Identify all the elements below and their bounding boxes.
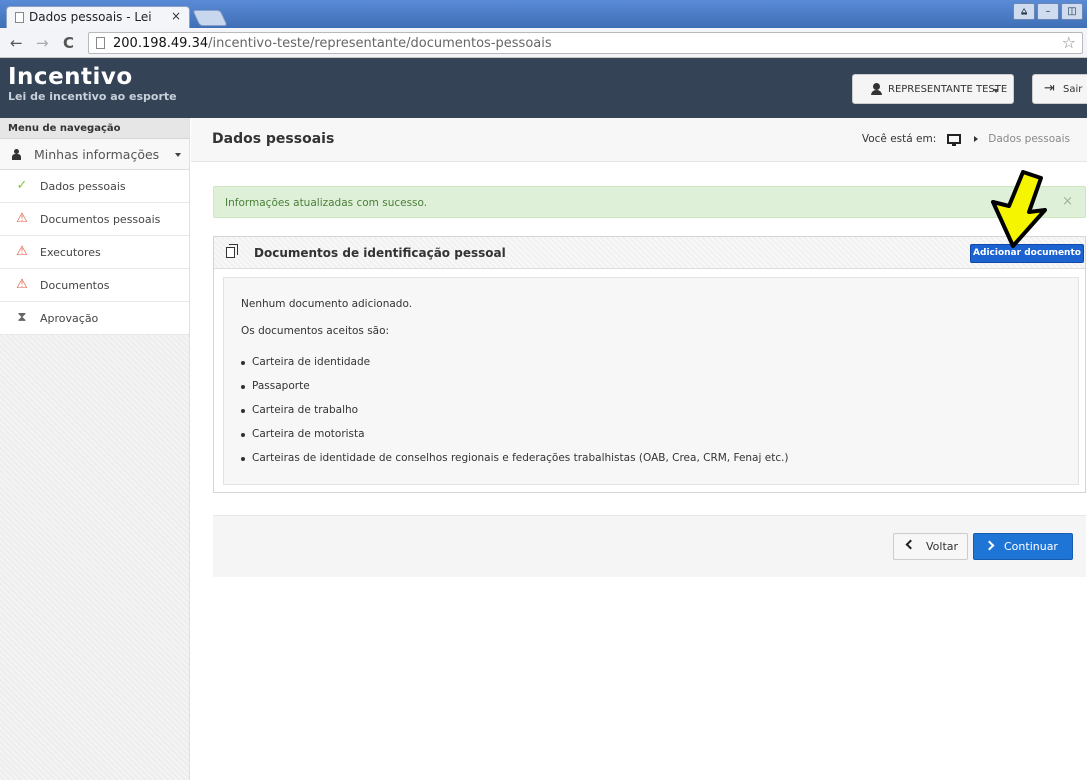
back-button-label: Voltar [926, 540, 959, 553]
brand[interactable]: Incentivo Lei de incentivo ao esporte [8, 64, 177, 103]
breadcrumb: Você está em: Dados pessoais [861, 133, 1070, 146]
sidebar-group-label: Minhas informações [34, 147, 160, 162]
monitor-icon[interactable] [947, 134, 962, 146]
accepted-documents-list: Carteira de identidade Passaporte Cartei… [241, 356, 789, 476]
user-menu-label: REPRESENTANTE TESTE [888, 84, 1008, 95]
window-controls: ⩠ – ◫ [1013, 3, 1083, 21]
browser-toolbar: ← → C 200.198.49.34/incentivo-teste/repr… [0, 28, 1087, 58]
list-item: Passaporte [241, 380, 789, 404]
reload-icon[interactable]: C [63, 34, 74, 52]
alert-close-icon[interactable]: × [1062, 194, 1073, 209]
minimize-icon[interactable]: – [1037, 3, 1059, 20]
app-subtitle: Lei de incentivo ao esporte [8, 90, 177, 103]
breadcrumb-current: Dados pessoais [988, 133, 1070, 145]
page-title-bar: Dados pessoais Você está em: Dados pesso… [191, 118, 1087, 162]
browser-tab-bar: Dados pessoais - Lei × ⩠ – ◫ [0, 0, 1087, 28]
sidebar-item-label: Aprovação [40, 312, 99, 325]
user-icon [871, 83, 882, 95]
warning-icon: ⚠ [16, 244, 28, 259]
url-path: /incentivo-teste/representante/documento… [208, 36, 552, 51]
page-title: Dados pessoais [212, 131, 335, 147]
user-menu-button[interactable]: REPRESENTANTE TESTE [852, 74, 1014, 104]
breadcrumb-prefix: Você está em: [861, 133, 937, 145]
list-item: Carteira de trabalho [241, 404, 789, 428]
sidebar-item-documentos[interactable]: ⚠ Documentos [0, 269, 189, 302]
sidebar-item-label: Documentos pessoais [40, 213, 161, 226]
user-group-icon [12, 149, 24, 160]
logout-icon: ⇥ [1044, 81, 1055, 96]
main-content: Dados pessoais Você está em: Dados pesso… [191, 118, 1087, 780]
list-item: Carteira de identidade [241, 356, 789, 380]
panel-header: Documentos de identificação pessoal Adic… [214, 237, 1085, 269]
app-header: Incentivo Lei de incentivo ao esporte RE… [0, 58, 1087, 118]
warning-icon: ⚠ [16, 211, 28, 226]
alert-text: Informações atualizadas com sucesso. [225, 197, 428, 209]
sidebar: Menu de navegação Minhas informações ✓ D… [0, 118, 190, 780]
caret-right-icon [974, 136, 979, 142]
form-actions: Voltar Continuar [213, 515, 1086, 577]
continue-button-label: Continuar [1004, 540, 1058, 553]
annotation-arrow-icon [991, 170, 1047, 248]
tab-title: Dados pessoais - Lei [29, 10, 152, 24]
user-profile-icon[interactable]: ⩠ [1013, 3, 1035, 20]
logout-label: Sair [1063, 84, 1083, 95]
chevron-left-icon [905, 539, 916, 550]
sidebar-item-label: Executores [40, 246, 101, 259]
documents-panel: Documentos de identificação pessoal Adic… [213, 236, 1086, 493]
url-text: 200.198.49.34/incentivo-teste/representa… [113, 36, 552, 51]
app-name: Incentivo [8, 64, 133, 90]
list-item: Carteiras de identidade de conselhos reg… [241, 452, 789, 476]
sidebar-item-executores[interactable]: ⚠ Executores [0, 236, 189, 269]
sidebar-item-dados-pessoais[interactable]: ✓ Dados pessoais [0, 170, 189, 203]
continue-button[interactable]: Continuar [973, 533, 1073, 560]
sidebar-item-documentos-pessoais[interactable]: ⚠ Documentos pessoais [0, 203, 189, 236]
panel-body: Nenhum documento adicionado. Os document… [223, 277, 1079, 485]
back-arrow-icon[interactable]: ← [10, 34, 23, 52]
forward-arrow-icon[interactable]: → [36, 34, 49, 52]
panel-title: Documentos de identificação pessoal [254, 246, 506, 260]
sidebar-item-aprovacao[interactable]: ⧗ Aprovação [0, 302, 189, 335]
page-icon [15, 12, 24, 23]
check-icon: ✓ [16, 178, 28, 193]
page-icon [96, 37, 105, 49]
sidebar-item-label: Documentos [40, 279, 110, 292]
success-alert: Informações atualizadas com sucesso. × [213, 186, 1086, 218]
sidebar-item-label: Dados pessoais [40, 180, 126, 193]
address-bar[interactable]: 200.198.49.34/incentivo-teste/representa… [88, 32, 1083, 54]
tab-close-icon[interactable]: × [171, 9, 181, 23]
sidebar-group-minhas-informacoes[interactable]: Minhas informações [0, 139, 189, 170]
browser-tab[interactable]: Dados pessoais - Lei × [6, 6, 190, 28]
list-item: Carteira de motorista [241, 428, 789, 452]
documents-icon [226, 244, 238, 258]
hourglass-icon: ⧗ [17, 310, 27, 325]
chevron-right-icon [984, 540, 995, 551]
back-button[interactable]: Voltar [893, 533, 968, 560]
bookmark-star-icon[interactable]: ☆ [1062, 33, 1076, 52]
url-host: 200.198.49.34 [113, 36, 209, 51]
caret-down-icon [175, 153, 181, 157]
caret-down-icon [993, 89, 999, 93]
new-tab-button[interactable] [192, 10, 228, 26]
sidebar-title: Menu de navegação [0, 118, 189, 139]
accepted-intro: Os documentos aceitos são: [241, 325, 390, 337]
logout-button[interactable]: ⇥ Sair [1032, 74, 1087, 104]
empty-message: Nenhum documento adicionado. [241, 298, 413, 310]
warning-icon: ⚠ [16, 277, 28, 292]
sidebar-nav: ✓ Dados pessoais ⚠ Documentos pessoais ⚠… [0, 170, 189, 335]
restore-icon[interactable]: ◫ [1061, 3, 1083, 20]
